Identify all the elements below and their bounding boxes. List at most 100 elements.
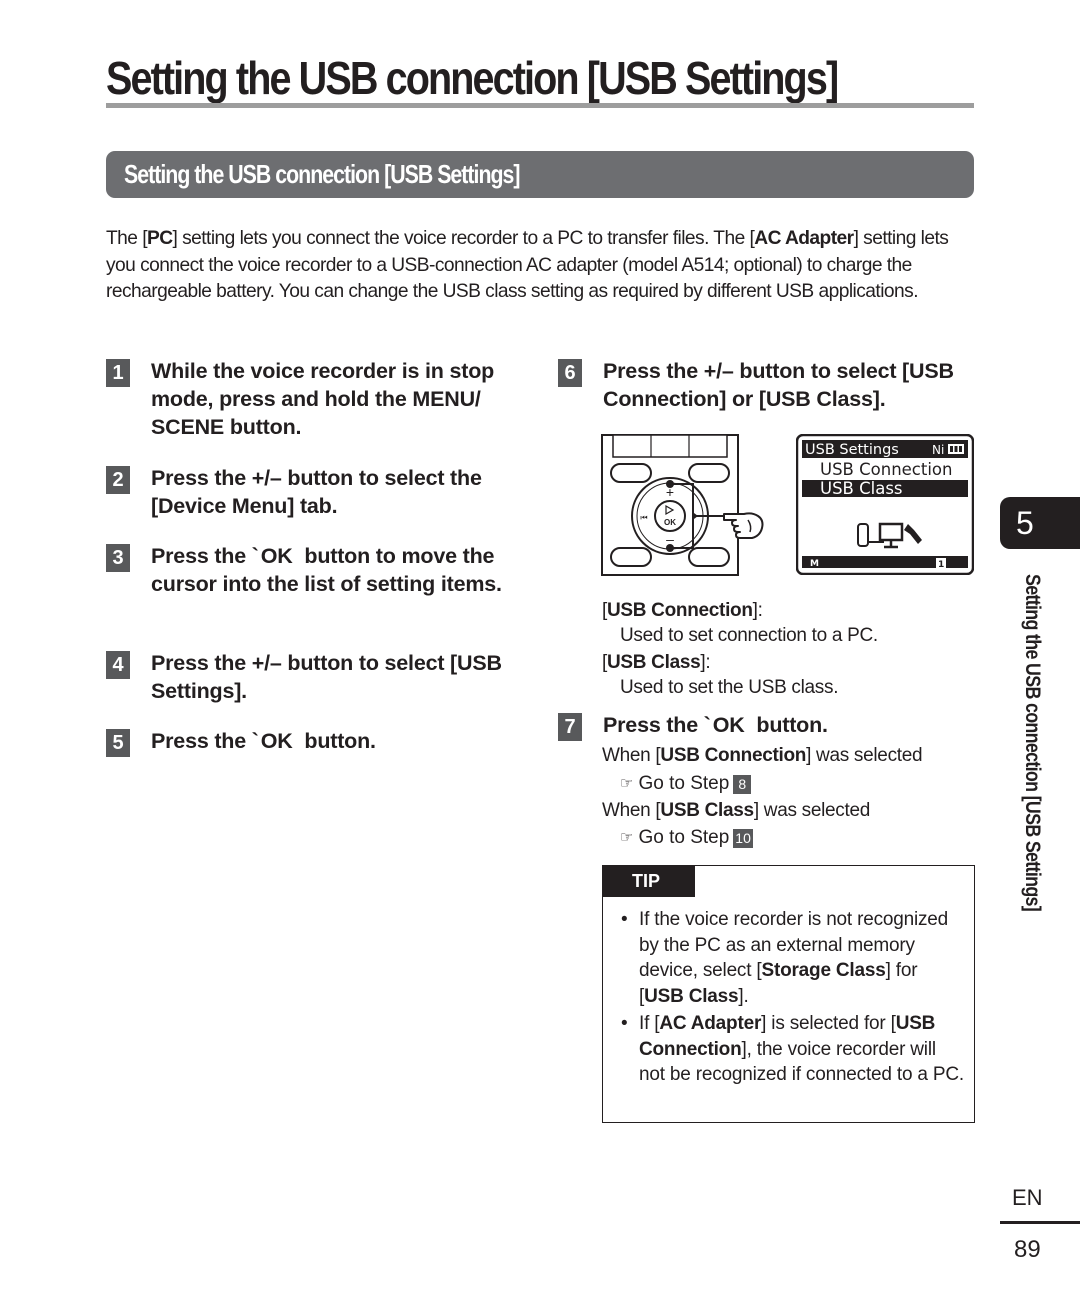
pointing-hand-icon — [723, 512, 764, 539]
step-reference-badge[interactable]: 8 — [733, 774, 752, 794]
step-text-part: ] or [ — [719, 387, 766, 412]
tip-text: ]. — [738, 985, 749, 1007]
step-text-part: Press the +/– button to select [ — [603, 359, 910, 383]
reference-pointer-icon: ☞ — [620, 829, 634, 846]
left-upper-button — [610, 463, 652, 483]
step-text: While the voice recorder is in stop mode… — [151, 357, 536, 442]
branch-text: When [ — [602, 800, 661, 821]
ok-button-glyph: OK — [712, 713, 745, 737]
branch-text: ] was selected — [753, 800, 871, 821]
tip-text: If [ — [639, 1013, 660, 1034]
rewind-icon: ⏮ — [640, 513, 647, 522]
goto-step-8[interactable]: ☞ Go to Step 8 — [620, 771, 752, 797]
step-number: 1 — [106, 359, 130, 387]
note-usb-connection-label: [USB Connection]: — [602, 600, 763, 621]
step-number: 4 — [106, 651, 130, 679]
tip-list: If the voice recorder is not recognized … — [621, 907, 966, 1090]
step-number: 3 — [106, 544, 130, 572]
lcd-screen: USB Settings Ni USB Connection USB Class… — [795, 433, 975, 576]
sidebar-section-label: Setting the USB connection [USB Settings… — [1021, 574, 1044, 912]
intro-term-pc: PC — [146, 228, 173, 249]
step-text: Press the +/– button to select [USB Sett… — [151, 649, 526, 705]
step-number: 5 — [106, 729, 130, 757]
tip-item: If [AC Adapter] is selected for [USB Con… — [621, 1011, 966, 1088]
term: AC Adapter — [659, 1013, 762, 1034]
intro-text: ] setting lets you connect the voice rec… — [172, 228, 755, 249]
tip-item: If the voice recorder is not recognized … — [621, 907, 966, 1009]
recorder-buttons-illustration: OK + – ⏮ — [601, 434, 739, 576]
step-number: 6 — [558, 359, 582, 387]
step-5: 5 Press the `OK button. — [106, 727, 526, 757]
step-4: 4 Press the +/– button to select [USB Se… — [106, 649, 526, 705]
screen-header-title: USB Settings — [805, 442, 899, 458]
term: USB Connection — [606, 600, 753, 621]
branch-usb-connection: When [USB Connection] was selected — [602, 743, 923, 769]
ok-label: OK — [664, 518, 676, 527]
step-text: Press the `OK button to move the cursor … — [151, 542, 526, 598]
step-number: 7 — [558, 713, 582, 741]
step-text-part: Press the ` — [151, 729, 259, 753]
step-text: Press the +/– button to select [USB Conn… — [603, 357, 978, 413]
step-3: 3 Press the `OK button to move the curso… — [106, 542, 526, 598]
step-7: 7 Press the `OK button. — [558, 711, 978, 741]
title-rule — [106, 103, 974, 108]
step-text: Press the `OK button. — [151, 727, 376, 757]
intro-paragraph: The [PC] setting lets you connect the vo… — [106, 226, 976, 306]
section-heading: Setting the USB connection [USB Settings… — [124, 159, 521, 189]
step-text-part: Press the ` — [151, 544, 259, 568]
term: USB Class — [606, 652, 701, 673]
step-2: 2 Press the +/– button to select the [De… — [106, 464, 536, 520]
screen-item-usb-class: USB Class — [820, 479, 903, 498]
tip-label: TIP — [603, 866, 695, 897]
left-lower-button — [610, 547, 652, 567]
step-text: Press the +/– button to select the [Devi… — [151, 464, 536, 520]
goto-label: Go to Step — [638, 827, 730, 848]
chapter-tab[interactable]: 5 — [1000, 497, 1080, 549]
note-usb-class-label: [USB Class]: — [602, 652, 711, 673]
section-heading-bar: Setting the USB connection [USB Settings… — [106, 151, 974, 198]
step-text-part: ]. — [872, 387, 886, 412]
term: USB Connection — [660, 745, 807, 766]
tip-box: TIP If the voice recorder is not recogni… — [602, 865, 975, 1123]
step-text-part: button. — [750, 713, 828, 737]
right-lower-button — [688, 547, 730, 567]
lcd-screen-illustration: USB Settings Ni USB Connection USB Class… — [795, 433, 975, 576]
branch-text: ] was selected — [806, 745, 923, 766]
tip-text: ] is selected for [ — [761, 1013, 896, 1034]
screen-item-usb-connection: USB Connection — [820, 460, 952, 479]
language-label: EN — [1012, 1185, 1043, 1210]
top-buttons — [612, 434, 728, 458]
term: USB Class — [644, 985, 739, 1007]
page-number: 89 — [1014, 1236, 1041, 1263]
step-text-part: Press the +/– button to select [ — [151, 651, 458, 675]
step-number: 2 — [106, 466, 130, 494]
step-text-part: ] tab. — [287, 494, 338, 519]
language-rule — [1000, 1221, 1080, 1224]
step-text: Press the `OK button. — [603, 711, 828, 741]
goto-label: Go to Step — [638, 773, 730, 794]
battery-type-label: Ni — [932, 443, 944, 457]
folder-indicator: 1 — [938, 560, 944, 570]
step-text-part: Press the ` — [603, 713, 711, 737]
right-upper-button — [688, 463, 730, 483]
intro-term-ac-adapter: AC Adapter — [754, 228, 854, 249]
step-text-part: button. — [224, 415, 302, 440]
branch-text: When [ — [602, 745, 661, 766]
term: USB Class — [660, 800, 754, 821]
step-text-part: ]. — [234, 679, 247, 704]
menu-term: USB Class — [765, 387, 873, 412]
step-reference-badge[interactable]: 10 — [733, 828, 753, 848]
term: Storage Class — [761, 960, 886, 981]
step-6: 6 Press the +/– button to select [USB Co… — [558, 357, 978, 413]
step-1: 1 While the voice recorder is in stop mo… — [106, 357, 536, 442]
memory-indicator: M — [810, 559, 819, 569]
reference-pointer-icon: ☞ — [620, 775, 634, 792]
note-usb-class-desc: Used to set the USB class. — [620, 677, 839, 698]
page-title: Setting the USB connection [USB Settings… — [106, 52, 839, 104]
branch-usb-class: When [USB Class] was selected — [602, 798, 870, 824]
intro-text: The [ — [106, 228, 148, 249]
goto-step-10[interactable]: ☞ Go to Step 10 — [620, 825, 753, 851]
note-usb-connection-desc: Used to set connection to a PC. — [620, 625, 878, 646]
menu-term: Device Menu — [157, 494, 288, 519]
ok-button-glyph: OK — [260, 544, 293, 568]
